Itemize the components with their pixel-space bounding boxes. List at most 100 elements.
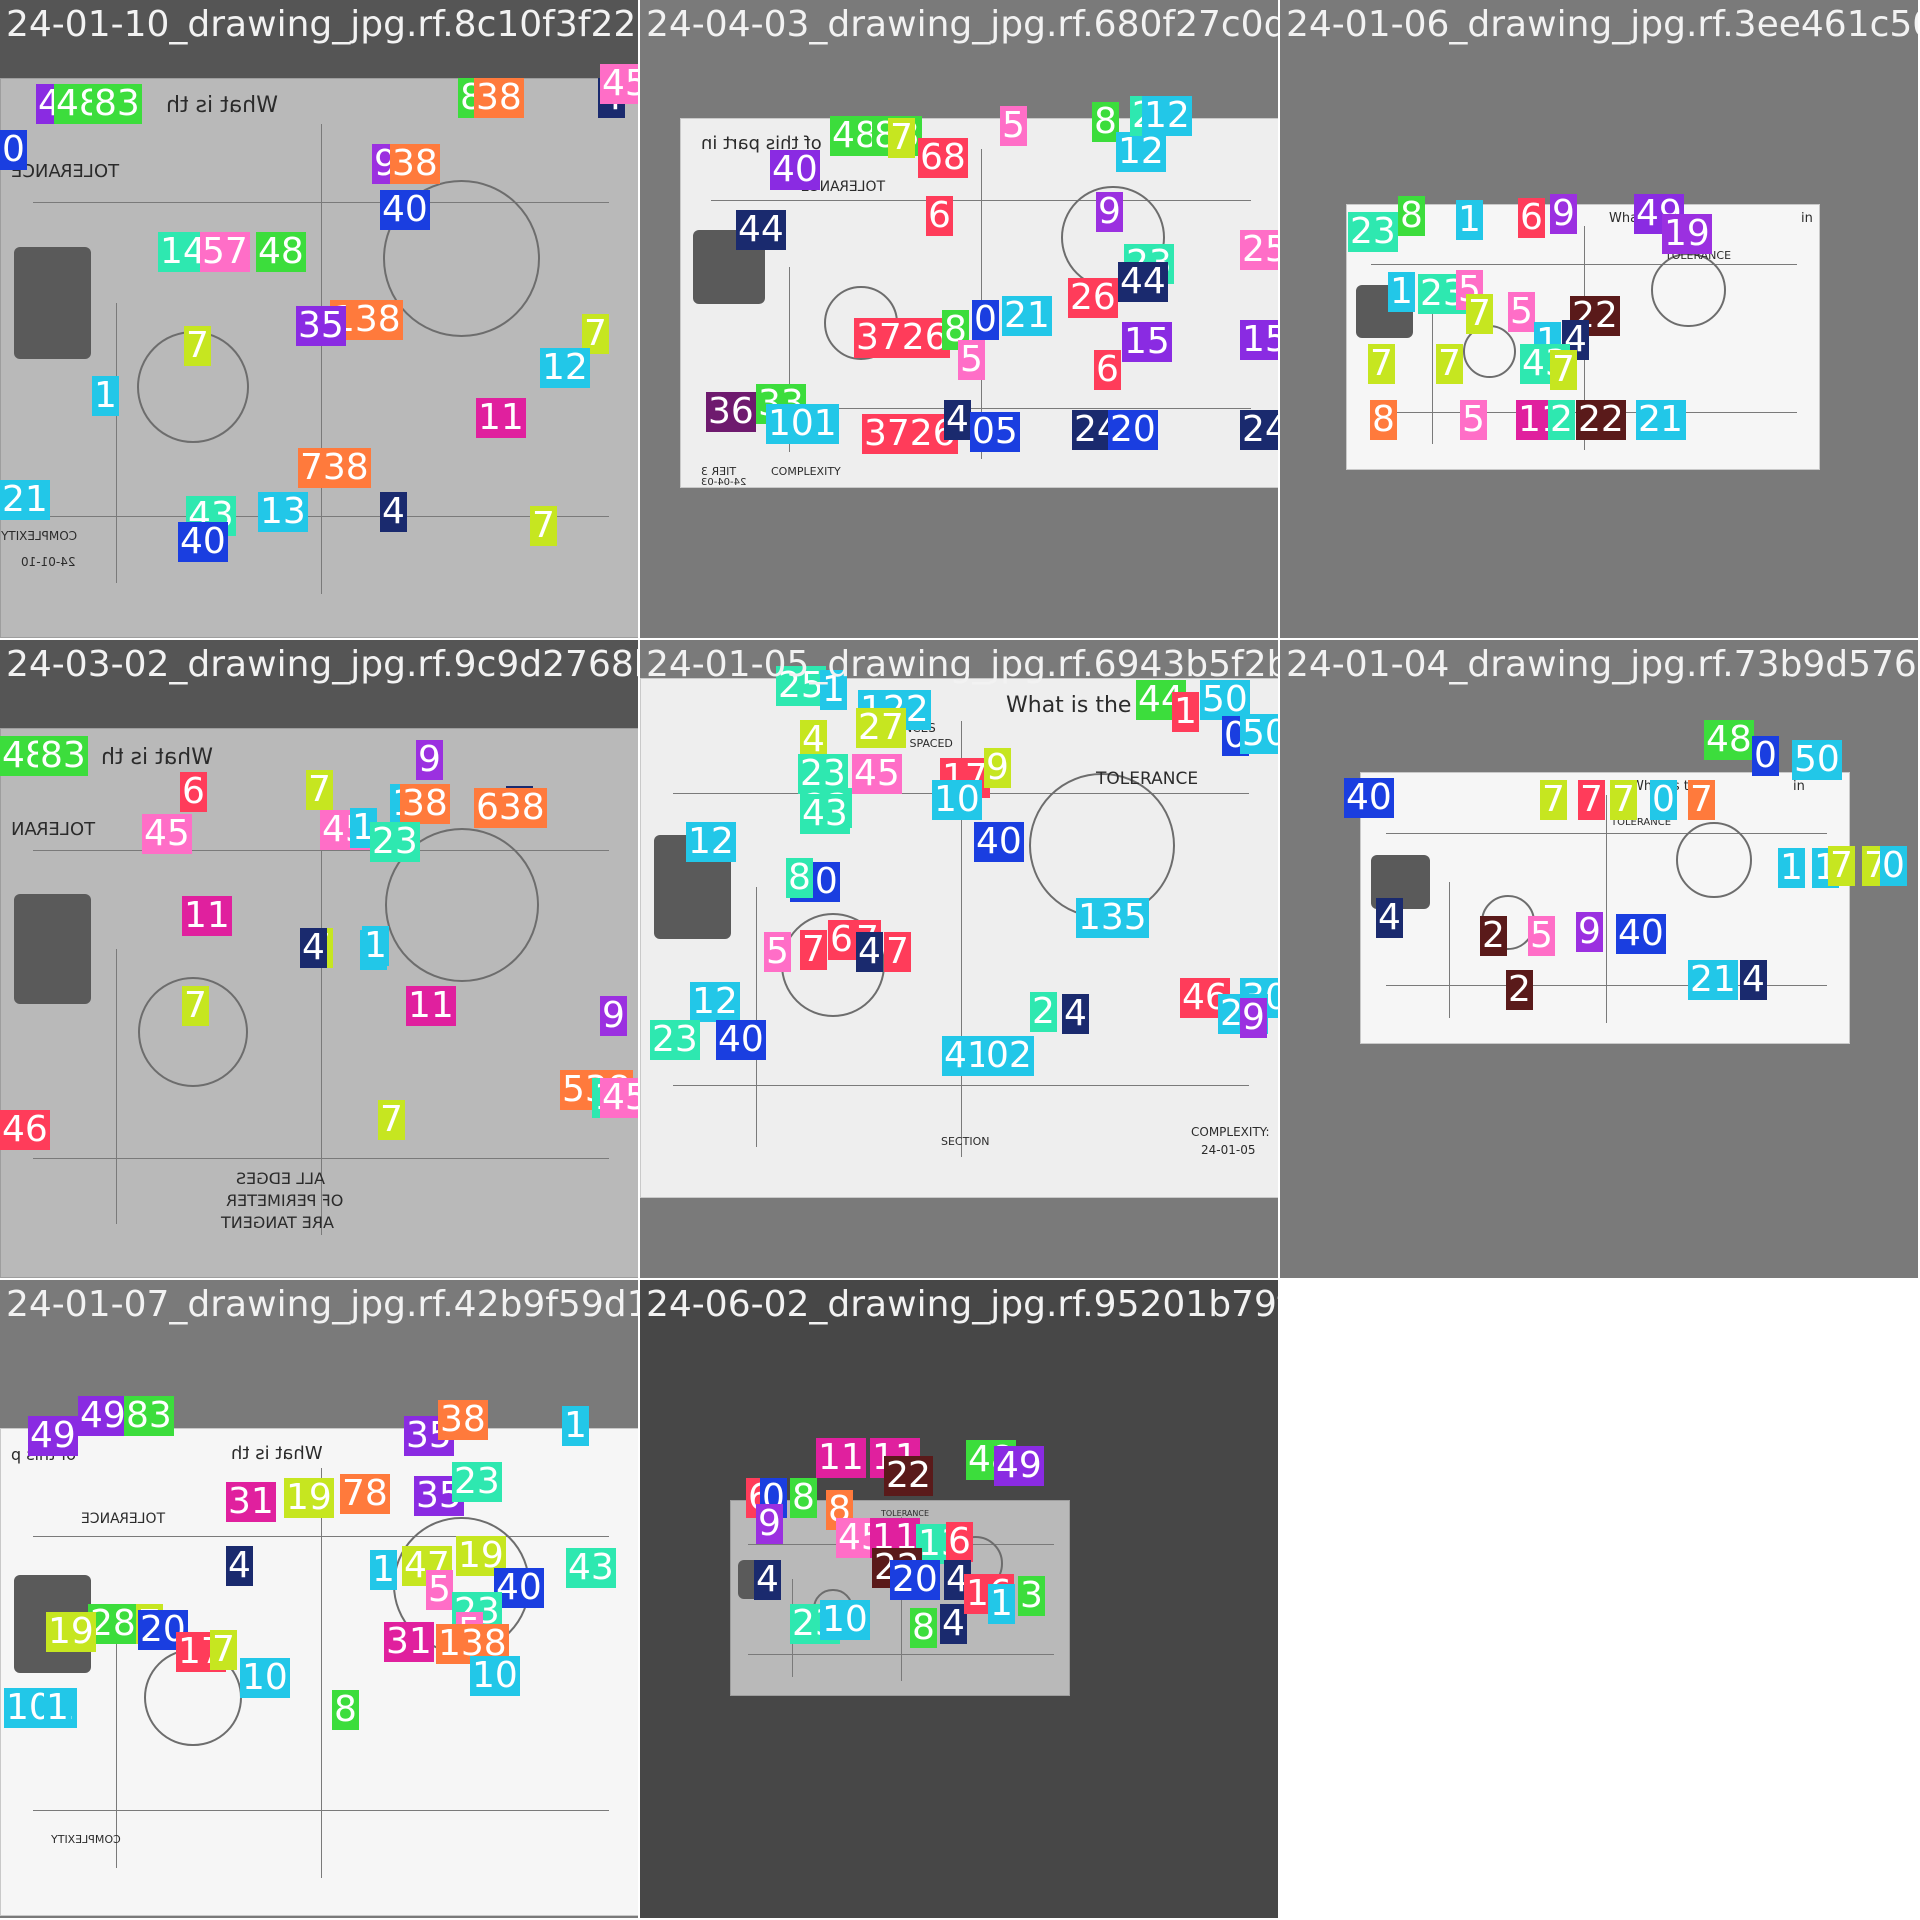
annotation-label-tag: 21 [1688, 959, 1738, 1000]
annotation-label-tag: 48 [1704, 719, 1754, 760]
drawing-text: ARE TANGENT [221, 1213, 334, 1232]
annotation-label-tag: 49 [994, 1445, 1044, 1486]
annotation-label-tag: 15 [1240, 320, 1278, 360]
annotation-label-tag: 11 [182, 895, 232, 936]
annotation-label-tag: 4 [754, 1559, 781, 1600]
annotation-label-tag: 8 [786, 857, 813, 898]
annotation-label-tag: 6 [180, 771, 207, 812]
annotation-label-tag: 8 [790, 1477, 817, 1518]
annotation-label-tag: 21 [0, 479, 50, 520]
mosaic-tile: of this pWhat is thTOLERANCECOMPLEXITY49… [0, 1280, 640, 1920]
annotation-label-tag: 10 [932, 779, 982, 820]
annotation-label-tag: 0 [1650, 779, 1677, 820]
annotation-label-tag: 7 [1368, 343, 1395, 384]
annotation-label-tag: 2 [1030, 991, 1057, 1032]
annotation-label-tag: 5 [1528, 915, 1555, 956]
drawing-text: COMPLEXITY [771, 465, 841, 478]
annotation-label-tag: 48 [256, 231, 306, 272]
tile-filename-title: 24-01-05_drawing_jpg.rf.6943b5f2b0b24961 [646, 644, 1278, 685]
annotation-label-tag: 0 [1880, 845, 1907, 886]
annotation-label-tag: 8 [1092, 101, 1119, 142]
drawing-text: TOLERANCE [81, 1511, 166, 1527]
annotation-label-tag: 4 [944, 399, 971, 440]
annotation-label-tag: 7 [182, 985, 209, 1026]
annotation-label-tag: 9 [756, 1503, 783, 1544]
annotation-label-tag: 05 [970, 411, 1020, 452]
annotation-label-tag: 9 [984, 747, 1011, 788]
annotation-label-tag: 4 [856, 931, 883, 972]
mosaic-tile: What is th TOLERAN ALL EDGES OF PERIMETER AR… [0, 640, 640, 1280]
annotation-label-tag: 0 [0, 129, 27, 170]
annotation-label-tag: 638 [474, 787, 547, 828]
drawing-line [1449, 881, 1451, 1018]
tile-filename-title: 24-06-02_drawing_jpg.rf.95201b79ff824c1b [646, 1284, 1278, 1325]
annotation-label-tag: 45 [142, 813, 192, 854]
annotation-label-tag: 5 [1460, 399, 1487, 440]
tile-filename-title: 24-01-10_drawing_jpg.rf.8c10f3f220224419… [6, 4, 638, 45]
annotation-label-tag: 0 [1752, 735, 1779, 776]
annotation-label-tag: 43 [800, 793, 850, 834]
annotation-label-tag: 38 [438, 1399, 488, 1440]
annotation-label-tag: 7 [884, 931, 911, 972]
mosaic-tile: What is theinTOLERANCE480504077707117704… [1280, 640, 1920, 1280]
annotation-label-tag: 46 [0, 1109, 50, 1150]
annotation-label-tag: 7 [888, 117, 915, 158]
annotation-label-tag: 1 [1778, 847, 1805, 888]
annotation-label-tag: 1 [988, 1583, 1015, 1624]
drawing-line [116, 1624, 118, 1869]
annotation-label-tag: 25 [1240, 230, 1278, 270]
annotation-label-tag: 31 [226, 1481, 276, 1522]
annotation-label-tag: 23 [650, 1019, 700, 1060]
drawing-text: COMPLEXITY: [1191, 1125, 1270, 1139]
drawing-line [1432, 311, 1434, 445]
mosaic-tile: of this part in TOLERANCE TIER 3 COMPLEXITY… [640, 0, 1280, 640]
annotation-label-tag: 1 [1456, 199, 1483, 240]
drawing-text: ALL EDGES [236, 1169, 325, 1188]
annotation-label-tag: 83 [124, 1395, 174, 1436]
drawing-line [116, 949, 118, 1224]
annotation-label-tag: 7 [1610, 779, 1637, 820]
annotation-label-tag: 40 [770, 149, 820, 190]
annotation-label-tag: 2 [906, 1455, 933, 1496]
annotation-label-tag: 4 [940, 1603, 967, 1644]
annotation-label-tag: 20 [1108, 409, 1158, 450]
annotation-label-tag: 7 [1828, 845, 1855, 886]
mosaic-tile: What is th TOLERANCE COMPLEXITY 24-01-10 4 48… [0, 0, 640, 640]
tile-filename-title: 24-03-02_drawing_jpg.rf.9c9d2768b1356190… [6, 644, 638, 685]
annotation-label-tag: 8 [1370, 399, 1397, 440]
annotation-label-tag: 7 [1436, 343, 1463, 384]
annotation-label-tag: 4 [300, 927, 327, 968]
annotation-label-tag: 6 [946, 1521, 973, 1562]
annotation-label-tag: 40 [178, 521, 228, 562]
annotation-label-tag: 9 [416, 739, 443, 780]
annotation-label-tag: 38 [474, 77, 524, 118]
annotation-label-tag: 20 [890, 1559, 940, 1600]
annotation-label-tag: 40 [716, 1019, 766, 1060]
annotation-label-tag: 10 [820, 1599, 870, 1640]
annotation-label-tag: 8 [910, 1607, 937, 1648]
annotation-label-tag: 2 [1480, 915, 1507, 956]
annotation-label-tag: 9 [1576, 911, 1603, 952]
drawing-line [116, 303, 118, 583]
annotation-label-tag: 49 [28, 1415, 78, 1456]
annotation-label-tag: 40 [1616, 913, 1666, 954]
annotation-label-tag: 7 [1688, 779, 1715, 820]
annotation-label-tag: 57 [200, 231, 250, 272]
annotation-label-tag: 83 [92, 83, 142, 124]
annotation-label-tag: 7 [1578, 779, 1605, 820]
annotation-label-tag: 23 [452, 1461, 502, 1502]
annotation-label-tag: 40 [380, 189, 430, 230]
drawing-text: What is th [101, 745, 213, 770]
drawing-line [1606, 794, 1607, 1024]
tile-filename-title: 24-01-04_drawing_jpg.rf.73b9d576c8c [1286, 644, 1920, 685]
annotation-label-tag: 22 [1576, 399, 1626, 440]
annotation-label-tag: 10 [470, 1655, 520, 1696]
annotation-label-tag: 3726 [854, 317, 950, 358]
drawing-text: 24-01-05 [1201, 1143, 1256, 1157]
annotation-label-tag: 1 [1172, 691, 1199, 732]
annotation-label-tag: 7 [1550, 349, 1577, 390]
annotation-label-tag: 12 [1116, 131, 1166, 172]
drawing-text: 24-04-03 [701, 477, 747, 488]
drawing-line [756, 887, 758, 1147]
annotation-label-tag: 45 [600, 1078, 638, 1118]
